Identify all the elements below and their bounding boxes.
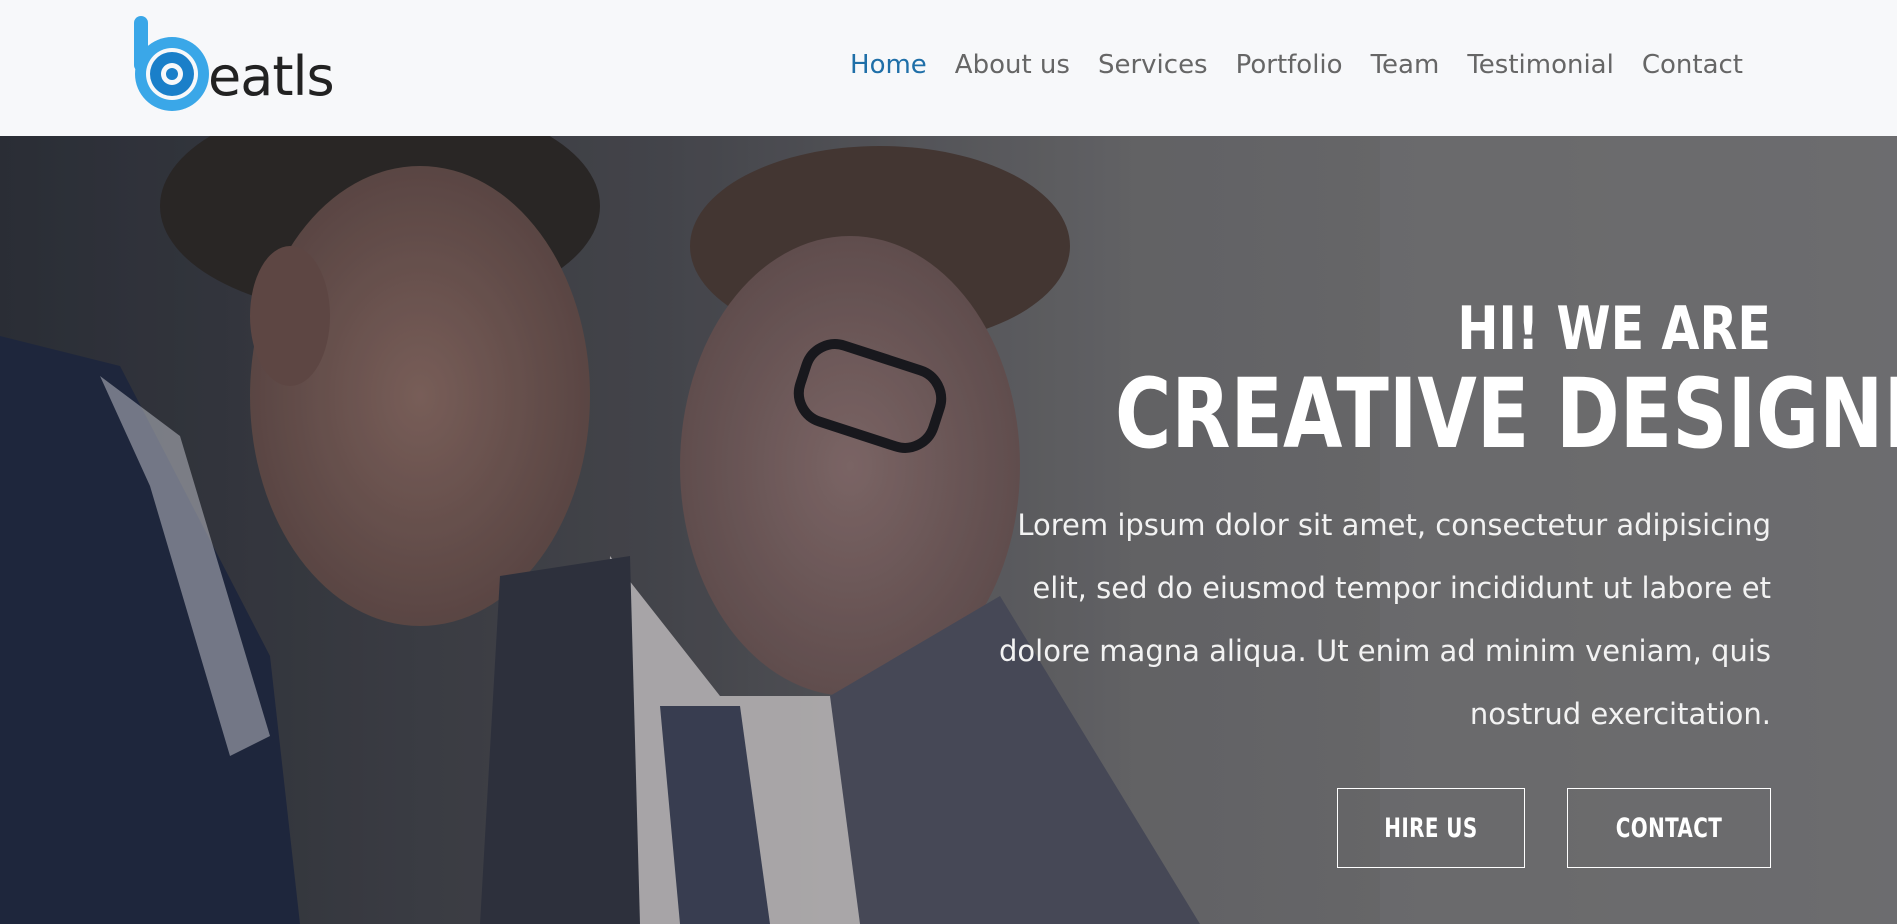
logo-text: eatls	[208, 45, 335, 108]
main-nav: Home About us Services Portfolio Team Te…	[836, 46, 1757, 84]
nav-item-portfolio[interactable]: Portfolio	[1222, 46, 1357, 84]
hero-description-line: dolore magna aliqua. Ut enim ad minim ve…	[999, 634, 1771, 668]
hero-description-line: nostrud exercitation.	[1469, 697, 1771, 731]
nav-item-team[interactable]: Team	[1357, 46, 1454, 84]
hero-description: Lorem ipsum dolor sit amet, consectetur …	[951, 494, 1771, 746]
hero-button-group: HIRE US CONTACT	[1337, 788, 1771, 868]
site-header: eatls Home About us Services Portfolio T…	[0, 0, 1897, 136]
hero-section: HI! WE ARE CREATIVE DESIGNER Lorem ipsum…	[0, 136, 1897, 924]
contact-label: CONTACT	[1615, 812, 1723, 844]
hero-text-block: HI! WE ARE CREATIVE DESIGNER Lorem ipsum…	[951, 294, 1897, 746]
logo-icon	[134, 16, 209, 111]
hero-description-line: elit, sed do eiusmod tempor incididunt u…	[1032, 571, 1771, 605]
hire-us-label: HIRE US	[1384, 812, 1478, 844]
hero-description-line: Lorem ipsum dolor sit amet, consectetur …	[1017, 508, 1771, 542]
nav-item-home[interactable]: Home	[836, 46, 941, 84]
contact-button[interactable]: CONTACT	[1567, 788, 1771, 868]
nav-item-services[interactable]: Services	[1084, 46, 1222, 84]
hire-us-button[interactable]: HIRE US	[1337, 788, 1526, 868]
nav-item-testimonial[interactable]: Testimonial	[1453, 46, 1628, 84]
hero-greeting: HI! WE ARE	[1457, 294, 1771, 364]
hero-title: CREATIVE DESIGNER	[1115, 358, 1897, 470]
brand-logo[interactable]: eatls	[132, 14, 335, 118]
nav-item-contact[interactable]: Contact	[1628, 46, 1757, 84]
nav-item-about-us[interactable]: About us	[941, 46, 1084, 84]
